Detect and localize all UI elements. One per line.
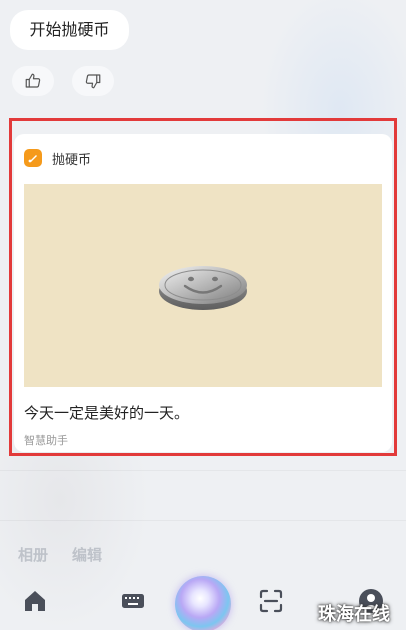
highlight-box <box>9 118 397 456</box>
scan-button[interactable] <box>258 588 284 614</box>
background-divider <box>0 520 406 521</box>
keyboard-icon <box>122 594 144 608</box>
thumbs-down-icon <box>85 74 101 89</box>
like-button[interactable] <box>12 66 54 96</box>
voice-assistant-orb[interactable] <box>175 576 231 630</box>
home-button[interactable] <box>22 588 48 614</box>
thumbs-up-icon <box>25 73 41 88</box>
watermark-text: 珠海在线 <box>318 604 390 625</box>
home-icon <box>25 591 45 611</box>
background-divider <box>0 470 406 471</box>
dislike-button[interactable] <box>72 66 114 96</box>
scan-icon <box>259 589 283 613</box>
background-tabs: 相册 编辑 <box>18 544 102 565</box>
background-tab: 编辑 <box>72 546 103 564</box>
background-tab: 相册 <box>18 546 49 564</box>
keyboard-button[interactable] <box>120 588 146 614</box>
user-command-bubble: 开始抛硬币 <box>10 10 129 50</box>
